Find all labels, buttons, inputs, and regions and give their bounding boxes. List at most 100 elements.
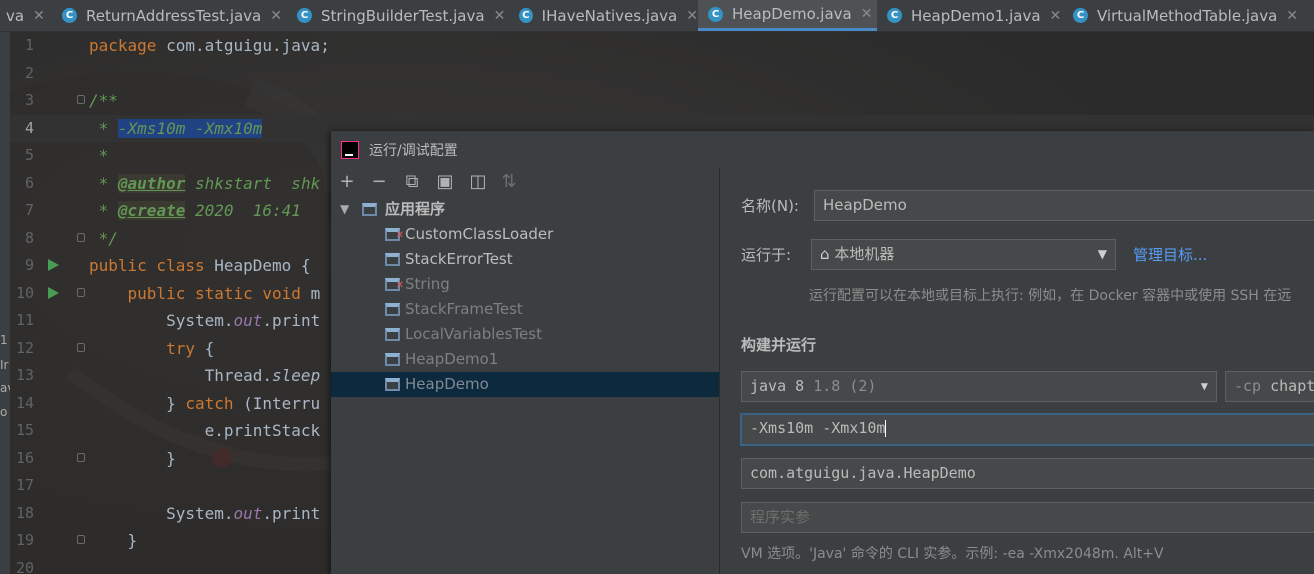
fold-marker-icon[interactable] — [77, 452, 85, 462]
code-text: e.printStack — [89, 417, 321, 444]
code-line[interactable]: 1 package com.atguigu.java; — [10, 32, 1314, 59]
editor-tab[interactable]: C HeapDemo.java ✕ — [698, 0, 877, 31]
tree-item-label: HeapDemo — [405, 375, 489, 393]
tree-config-item[interactable]: CustomClassLoader — [331, 222, 719, 248]
close-icon[interactable]: ✕ — [494, 8, 506, 24]
tree-config-item[interactable]: StackErrorTest — [331, 247, 719, 272]
code-token: com.atguigu.java; — [166, 36, 330, 55]
tree-root-application[interactable]: ▼ 应用程序 — [331, 197, 719, 222]
line-number: 17 — [15, 476, 34, 494]
editor-tab[interactable]: C VirtualMethodTable.java ✕ — [1063, 0, 1314, 31]
remove-icon[interactable]: − — [368, 171, 390, 193]
run-on-value: 本地机器 — [834, 245, 895, 263]
tab-label: StringBuilderTest.java — [321, 6, 485, 25]
jre-value: java 8 — [750, 377, 805, 395]
name-field[interactable]: HeapDemo — [814, 190, 1314, 221]
close-icon[interactable]: ✕ — [33, 8, 45, 24]
left-tool-strip: 1 Ir av o — [0, 32, 10, 574]
editor-tab[interactable]: va ✕ — [0, 0, 52, 31]
dialog-title-bar[interactable]: 运行/调试配置 — [331, 131, 1314, 168]
program-arguments-field[interactable]: 程序实参 — [741, 502, 1314, 533]
copy-icon[interactable]: ⧉ — [401, 171, 423, 193]
code-token: /** — [89, 91, 118, 110]
config-toolbar: + − ⧉ ▣ ◫ ⇅ — [331, 168, 719, 196]
application-folder-icon — [362, 203, 377, 216]
code-text: System.out.print — [89, 500, 320, 527]
add-icon[interactable]: + — [336, 171, 358, 193]
line-number: 12 — [15, 338, 34, 357]
code-line[interactable]: 3 /** — [10, 87, 1314, 114]
run-gutter-icon[interactable] — [48, 259, 59, 271]
tree-config-item[interactable]: StackFrameTest — [331, 297, 719, 322]
close-icon[interactable]: ✕ — [270, 8, 282, 24]
code-text: */ — [89, 225, 118, 252]
line-number: 11 — [15, 311, 34, 329]
tab-label: IHaveNatives.java — [541, 6, 678, 25]
code-token: m — [310, 283, 321, 303]
tree-root-label: 应用程序 — [385, 200, 446, 218]
tree-item-label: HeapDemo1 — [405, 350, 499, 368]
new-folder-icon[interactable]: ◫ — [467, 171, 489, 193]
build-and-run-section-title: 构建并运行 — [741, 336, 817, 354]
code-token: shkstart shk — [185, 173, 321, 193]
close-icon[interactable]: ✕ — [861, 6, 873, 22]
config-form: 名称(N): HeapDemo 运行于: ⌂ 本地机器 ▼ 管理目标... 运行… — [720, 168, 1314, 574]
run-on-hint: 运行配置可以在本地或目标上执行: 例如，在 Docker 容器中或使用 SSH … — [809, 288, 1292, 304]
run-on-dropdown[interactable]: ⌂ 本地机器 ▼ — [811, 239, 1116, 270]
code-token: */ — [89, 228, 118, 248]
chevron-down-icon[interactable]: ▼ — [340, 197, 349, 222]
code-token: System. — [89, 503, 234, 523]
sort-icon[interactable]: ⇅ — [498, 171, 520, 193]
tree-item-label: LocalVariablesTest — [405, 325, 542, 343]
code-line[interactable]: 2 — [10, 60, 1314, 87]
code-token: public class — [89, 256, 215, 275]
vm-options-field[interactable]: -Xms10m -Xmx10m — [740, 413, 1314, 446]
application-config-error-icon — [385, 273, 404, 298]
code-token: { — [204, 338, 215, 358]
fold-marker-icon[interactable] — [77, 535, 85, 544]
code-token: Thread. — [89, 366, 273, 385]
run-gutter-icon[interactable] — [48, 286, 59, 299]
code-text: package com.atguigu.java; — [89, 32, 330, 59]
editor-tab-bar: va ✕ C ReturnAddressTest.java ✕ C StringBuilde… — [0, 0, 1314, 32]
strip-label: Ir — [0, 358, 9, 372]
fold-marker-icon[interactable] — [77, 342, 85, 352]
code-text: * @author shkstart shk — [89, 170, 320, 197]
code-token: -Xms10m -Xmx10m — [117, 118, 263, 138]
dialog-title: 运行/调试配置 — [369, 142, 458, 159]
manage-targets-link[interactable]: 管理目标... — [1133, 244, 1207, 265]
editor-tab[interactable]: C HeapDemo1.java ✕ — [877, 0, 1063, 31]
close-icon[interactable]: ✕ — [1050, 8, 1062, 24]
tree-config-item[interactable]: LocalVariablesTest — [331, 322, 719, 347]
vm-options-value: -Xms10m -Xmx10m — [750, 419, 886, 437]
code-text: /** — [89, 87, 118, 114]
name-label: 名称(N): — [741, 197, 799, 215]
line-number: 16 — [15, 448, 34, 467]
code-token: HeapDemo { — [214, 256, 311, 275]
save-icon[interactable]: ▣ — [434, 171, 456, 193]
line-number: 14 — [15, 393, 34, 412]
tree-config-item[interactable]: HeapDemo1 — [331, 347, 719, 372]
close-icon[interactable]: ✕ — [1286, 8, 1298, 24]
code-token: e.printStack — [89, 421, 321, 440]
application-config-error-icon — [385, 223, 404, 248]
editor-tab[interactable]: C IHaveNatives.java ✕ — [509, 0, 698, 31]
tab-label: ReturnAddressTest.java — [86, 6, 262, 25]
fold-marker-icon[interactable] — [77, 95, 85, 104]
tree-config-item[interactable]: HeapDemo — [331, 372, 719, 397]
editor-tab[interactable]: C ReturnAddressTest.java ✕ — [52, 0, 287, 31]
jre-dropdown[interactable]: java 8 1.8 (2) ▼ — [741, 371, 1217, 402]
tree-config-item[interactable]: String — [331, 272, 719, 298]
classpath-field[interactable]: -cp chapt — [1225, 371, 1314, 402]
fold-marker-icon[interactable] — [77, 287, 85, 297]
code-token: out — [233, 311, 263, 330]
editor-tab[interactable]: C StringBuilderTest.java ✕ — [287, 0, 509, 31]
close-icon[interactable]: ✕ — [686, 8, 698, 24]
code-text: * @create 2020 16:41 — [89, 197, 301, 224]
fold-marker-icon[interactable] — [77, 232, 85, 242]
tab-label: HeapDemo1.java — [911, 6, 1041, 25]
main-class-field[interactable]: com.atguigu.java.HeapDemo — [741, 458, 1314, 489]
code-token: out — [233, 503, 263, 523]
line-number: 4 — [24, 118, 34, 137]
